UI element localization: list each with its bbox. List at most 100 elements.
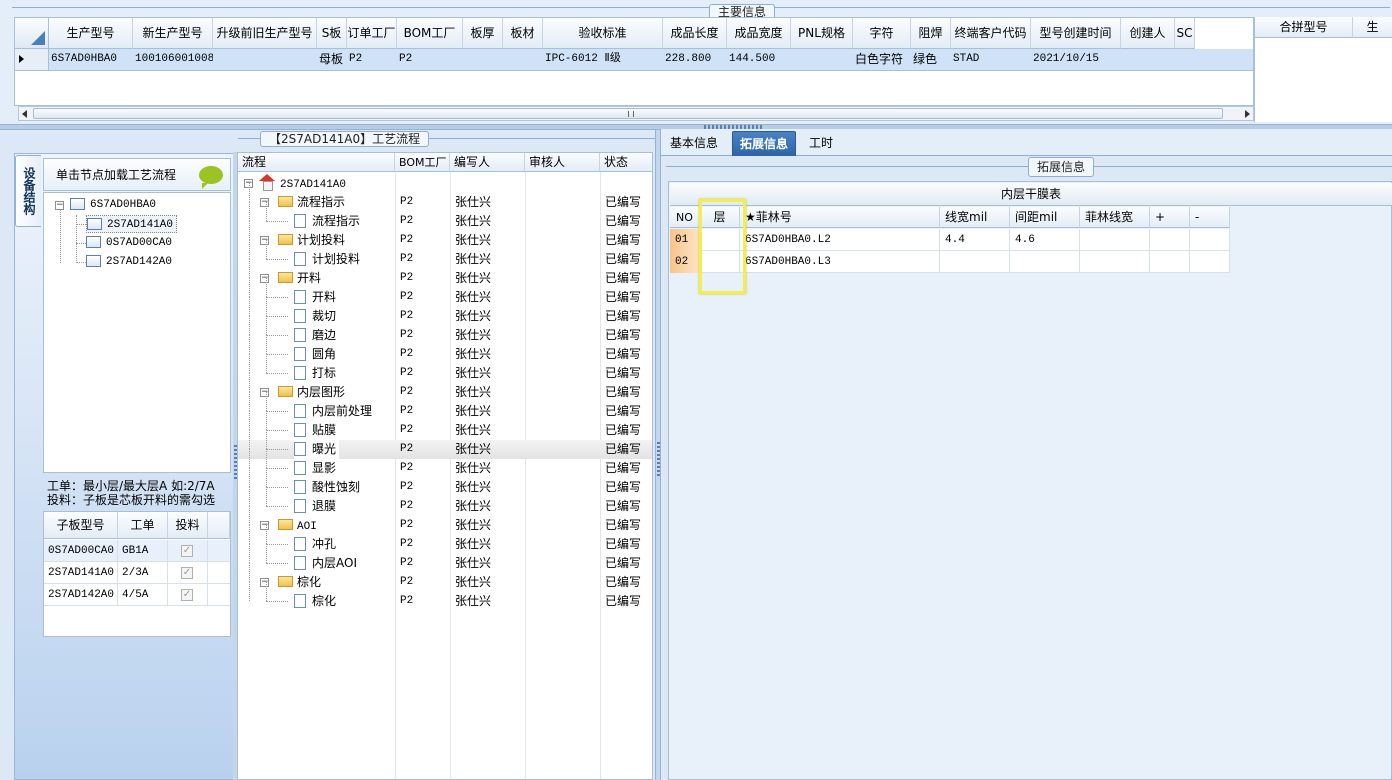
column-header[interactable]: BOM工厂 xyxy=(397,18,463,49)
table-cell[interactable] xyxy=(213,49,317,70)
process-name[interactable]: 开料 xyxy=(294,288,336,307)
process-name[interactable]: 裁切 xyxy=(294,307,336,326)
merge-next-header[interactable]: 生 xyxy=(1353,17,1392,38)
sub-header-feed[interactable]: 投料 xyxy=(168,512,208,539)
tree-node-selected[interactable]: 2S7AD141A0 xyxy=(86,215,178,233)
merge-model-grid[interactable]: 合拼型号 生 xyxy=(1254,17,1392,122)
film-cell[interactable] xyxy=(1190,229,1230,251)
header-reviewer[interactable]: 审核人 xyxy=(525,153,600,172)
scroll-left-icon[interactable] xyxy=(22,110,27,118)
table-cell[interactable]: 6S7AD0HBA0 xyxy=(49,49,133,70)
horizontal-scrollbar[interactable] xyxy=(18,106,1254,121)
tree-root-row[interactable]: − 2S7AD141A0 xyxy=(238,173,652,193)
process-row[interactable]: − 开料 P2 张仕兴 已编写 xyxy=(238,259,652,288)
sub-order-cell[interactable]: 2/3A xyxy=(118,562,168,584)
column-header[interactable]: S板 xyxy=(317,18,347,49)
tree-node[interactable]: 0S7AD00CA0 xyxy=(86,234,172,252)
table-cell[interactable]: 2021/10/15 xyxy=(1031,49,1121,70)
process-row[interactable]: 内层AOI P2 张仕兴 已编写 xyxy=(238,544,652,573)
column-header[interactable]: 成品长度 xyxy=(663,18,727,49)
process-name[interactable]: 流程指示 xyxy=(278,193,345,212)
process-row[interactable]: − 流程指示 P2 张仕兴 已编写 xyxy=(238,183,652,212)
table-row[interactable]: 2S7AD141A0 2/3A ✓ xyxy=(44,562,230,584)
process-row[interactable]: − 棕化 P2 张仕兴 已编写 xyxy=(238,563,652,592)
film-cell[interactable] xyxy=(1010,251,1080,273)
film-column-header[interactable]: 菲林线宽 xyxy=(1080,207,1150,228)
film-column-header[interactable]: ★菲林号 xyxy=(740,207,940,228)
tree-node-root[interactable]: 6S7AD0HBA0 xyxy=(70,196,156,214)
table-cell[interactable] xyxy=(1121,49,1175,70)
table-row[interactable]: 6S7AD0HBA010010600100851母板P2P2IPC-6012 Ⅱ… xyxy=(15,49,1253,71)
column-header[interactable]: 升级前旧生产型号 xyxy=(213,18,317,49)
sub-header-order[interactable]: 工单 xyxy=(118,512,168,539)
table-row[interactable]: 0S7AD00CA0 GB1A ✓ xyxy=(44,540,230,562)
collapse-icon[interactable]: − xyxy=(260,578,269,587)
column-header[interactable]: 终端客户代码 xyxy=(951,18,1031,49)
table-cell[interactable]: 绿色 xyxy=(911,49,951,70)
table-cell[interactable] xyxy=(1175,49,1195,70)
process-name[interactable]: 显影 xyxy=(294,459,336,478)
sub-board-grid[interactable]: 子板型号 工单 投料 0S7AD00CA0 GB1A ✓ 2S7AD141A0 2/3A… xyxy=(43,511,231,637)
scroll-right-icon[interactable] xyxy=(1245,110,1250,118)
collapse-icon[interactable]: − xyxy=(260,274,269,283)
column-header[interactable]: 生产型号 xyxy=(49,18,133,49)
process-row[interactable]: 流程指示 P2 张仕兴 已编写 xyxy=(238,202,652,231)
sub-model-cell[interactable]: 2S7AD141A0 xyxy=(44,562,118,584)
process-name[interactable]: 内层AOI xyxy=(294,554,357,573)
sub-order-cell[interactable]: 4/5A xyxy=(118,584,168,606)
column-header[interactable]: 成品宽度 xyxy=(727,18,791,49)
header-bom[interactable]: BOM工厂 xyxy=(395,153,450,172)
film-cell[interactable] xyxy=(940,251,1010,273)
process-row[interactable]: 开料 P2 张仕兴 已编写 xyxy=(238,278,652,307)
process-row[interactable]: 贴膜 P2 张仕兴 已编写 xyxy=(238,411,652,440)
table-cell[interactable] xyxy=(463,49,503,70)
process-name[interactable]: 计划投料 xyxy=(294,250,360,269)
film-cell[interactable] xyxy=(1190,251,1230,273)
sub-feed-cell[interactable]: ✓ xyxy=(168,562,208,584)
table-cell[interactable]: P2 xyxy=(347,49,397,70)
process-row[interactable]: 冲孔 P2 张仕兴 已编写 xyxy=(238,525,652,554)
column-header[interactable]: 阻焊 xyxy=(911,18,951,49)
header-author[interactable]: 编写人 xyxy=(450,153,525,172)
process-row[interactable]: 磨边 P2 张仕兴 已编写 xyxy=(238,316,652,345)
process-name[interactable]: 曝光 xyxy=(294,440,340,459)
process-name[interactable]: 内层前处理 xyxy=(294,402,372,421)
collapse-icon[interactable]: − xyxy=(260,521,269,530)
collapse-icon[interactable]: − xyxy=(260,198,269,207)
process-name[interactable]: AOI xyxy=(278,516,317,537)
process-row[interactable]: 酸性蚀刻 P2 张仕兴 已编写 xyxy=(238,468,652,497)
process-row[interactable]: 计划投料 P2 张仕兴 已编写 xyxy=(238,240,652,269)
process-name[interactable]: 酸性蚀刻 xyxy=(294,478,360,497)
table-cell[interactable]: 228.800 xyxy=(663,49,727,70)
column-header[interactable]: 验收标准 xyxy=(543,18,663,49)
film-cell[interactable]: 6S7AD0HBA0.L3 xyxy=(740,251,940,273)
tab-basic-info[interactable]: 基本信息 xyxy=(663,131,725,156)
column-header[interactable]: 订单工厂 xyxy=(347,18,397,49)
column-header[interactable]: 字符 xyxy=(853,18,911,49)
process-row[interactable]: 打标 P2 张仕兴 已编写 xyxy=(238,354,652,383)
process-name[interactable]: 内层图形 xyxy=(278,383,345,402)
grid-corner-select-all[interactable] xyxy=(15,18,49,49)
sub-model-cell[interactable]: 2S7AD142A0 xyxy=(44,584,118,606)
column-header[interactable]: 型号创建时间 xyxy=(1031,18,1121,49)
process-row[interactable]: − 计划投料 P2 张仕兴 已编写 xyxy=(238,221,652,250)
film-cell[interactable] xyxy=(1080,251,1150,273)
process-name[interactable]: 开料 xyxy=(278,269,321,288)
collapse-icon[interactable]: − xyxy=(260,236,269,245)
table-cell[interactable]: STAD xyxy=(951,49,1031,70)
column-header[interactable]: 板厚 xyxy=(463,18,503,49)
table-cell[interactable] xyxy=(503,49,543,70)
checkbox[interactable]: ✓ xyxy=(181,567,193,579)
sub-feed-cell[interactable]: ✓ xyxy=(168,540,208,562)
process-row[interactable]: 棕化 P2 张仕兴 已编写 xyxy=(238,582,652,611)
process-name[interactable]: 打标 xyxy=(294,364,336,383)
table-cell[interactable]: IPC-6012 Ⅱ级 xyxy=(543,49,663,70)
process-row[interactable]: 内层前处理 P2 张仕兴 已编写 xyxy=(238,392,652,421)
film-cell[interactable]: 4.6 xyxy=(1010,229,1080,251)
column-header[interactable]: SC xyxy=(1175,18,1195,49)
table-cell[interactable] xyxy=(791,49,853,70)
film-cell[interactable] xyxy=(1150,251,1190,273)
table-cell[interactable]: P2 xyxy=(397,49,463,70)
process-name[interactable]: 贴膜 xyxy=(294,421,336,440)
main-info-grid[interactable]: 生产型号 新生产型号 升级前旧生产型号 S板 订单工厂 BOM工厂 板厚 板材 验收标准 成品长度… xyxy=(14,17,1254,106)
